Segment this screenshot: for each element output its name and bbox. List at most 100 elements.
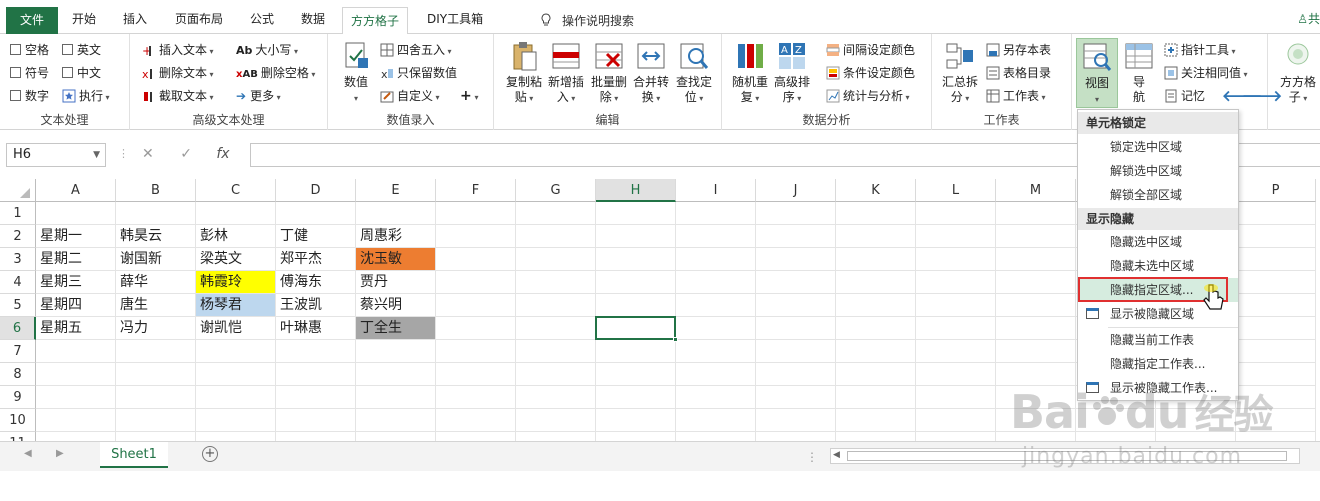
cell-G11[interactable] [516, 432, 596, 441]
cell-G9[interactable] [516, 386, 596, 409]
cell-G2[interactable] [516, 225, 596, 248]
cell-G1[interactable] [516, 202, 596, 225]
confirm-icon[interactable]: ✓ [180, 146, 192, 162]
cell-F11[interactable] [436, 432, 516, 441]
cell-C7[interactable] [196, 340, 276, 363]
cell-L11[interactable] [916, 432, 996, 441]
cell-C3[interactable]: 梁英文 [196, 248, 276, 271]
cell-L9[interactable] [916, 386, 996, 409]
column-header-I[interactable]: I [676, 179, 756, 202]
cell-H8[interactable] [596, 363, 676, 386]
cell-P4[interactable] [1236, 271, 1316, 294]
cell-F10[interactable] [436, 409, 516, 432]
checkbox-chinese[interactable]: 中文 [62, 63, 101, 83]
cell-L10[interactable] [916, 409, 996, 432]
cell-G7[interactable] [516, 340, 596, 363]
cell-L4[interactable] [916, 271, 996, 294]
cell-D9[interactable] [276, 386, 356, 409]
cell-A6[interactable]: 星期五 [36, 317, 116, 340]
cell-G3[interactable] [516, 248, 596, 271]
cell-P3[interactable] [1236, 248, 1316, 271]
cell-H2[interactable] [596, 225, 676, 248]
merge-convert-button[interactable]: 合并转换 ▾ [631, 40, 671, 106]
cell-D5[interactable]: 王波凯 [276, 294, 356, 317]
tab-diy[interactable]: DIY工具箱 [419, 8, 491, 32]
insert-function-button[interactable]: fx [216, 146, 229, 162]
cell-C11[interactable] [196, 432, 276, 441]
cell-M1[interactable] [996, 202, 1076, 225]
cell-J8[interactable] [756, 363, 836, 386]
cell-I5[interactable] [676, 294, 756, 317]
cell-K4[interactable] [836, 271, 916, 294]
menu-lock-selected[interactable]: 锁定选中区域 [1078, 135, 1238, 159]
cell-P1[interactable] [1236, 202, 1316, 225]
cell-L7[interactable] [916, 340, 996, 363]
cell-L8[interactable] [916, 363, 996, 386]
cell-F7[interactable] [436, 340, 516, 363]
cell-C2[interactable]: 彭林 [196, 225, 276, 248]
execute-button[interactable]: 执行 ▾ [62, 86, 110, 106]
cell-K2[interactable] [836, 225, 916, 248]
menu-hide-current-sheet[interactable]: 隐藏当前工作表 [1078, 328, 1238, 352]
cell-E3[interactable]: 沈玉敏 [356, 248, 436, 271]
cell-E9[interactable] [356, 386, 436, 409]
cell-G8[interactable] [516, 363, 596, 386]
formula-bar-splitter-icon[interactable]: ⋮ [118, 147, 129, 160]
menu-hide-selected[interactable]: 隐藏选中区域 [1078, 230, 1238, 254]
menu-unlock-all[interactable]: 解锁全部区域 [1078, 183, 1238, 207]
cell-C6[interactable]: 谢凯恺 [196, 317, 276, 340]
cell-B3[interactable]: 谢国新 [116, 248, 196, 271]
cell-P7[interactable] [1236, 340, 1316, 363]
statistics-button[interactable]: 统计与分析 ▾ [826, 86, 910, 106]
cell-E4[interactable]: 贾丹 [356, 271, 436, 294]
cell-E8[interactable] [356, 363, 436, 386]
cell-I3[interactable] [676, 248, 756, 271]
cell-B5[interactable]: 唐生 [116, 294, 196, 317]
insert-text-button[interactable]: + 插入文本 ▾ [142, 40, 214, 60]
column-header-L[interactable]: L [916, 179, 996, 202]
row-header-5[interactable]: 5 [0, 294, 36, 317]
row-header-11[interactable]: 11 [0, 432, 36, 441]
cell-G4[interactable] [516, 271, 596, 294]
cell-F4[interactable] [436, 271, 516, 294]
cell-L5[interactable] [916, 294, 996, 317]
cell-B10[interactable] [116, 409, 196, 432]
checkbox-space[interactable]: 空格 [10, 40, 49, 60]
tab-insert[interactable]: 插入 [115, 8, 155, 32]
cell-I10[interactable] [676, 409, 756, 432]
cell-I7[interactable] [676, 340, 756, 363]
column-header-F[interactable]: F [436, 179, 516, 202]
delete-text-button[interactable]: x 删除文本 ▾ [142, 63, 214, 83]
cell-G6[interactable] [516, 317, 596, 340]
cell-L6[interactable] [916, 317, 996, 340]
tab-splitter-icon[interactable]: ⋮ [806, 450, 818, 464]
cell-P6[interactable] [1236, 317, 1316, 340]
menu-hide-unselected[interactable]: 隐藏未选中区域 [1078, 254, 1238, 278]
cell-E6[interactable]: 丁全生 [356, 317, 436, 340]
cell-M6[interactable] [996, 317, 1076, 340]
cell-J5[interactable] [756, 294, 836, 317]
keep-value-button[interactable]: x 只保留数值 [380, 63, 457, 83]
cell-I11[interactable] [676, 432, 756, 441]
cell-G10[interactable] [516, 409, 596, 432]
tab-formula[interactable]: 公式 [242, 8, 282, 32]
row-header-7[interactable]: 7 [0, 340, 36, 363]
cell-J7[interactable] [756, 340, 836, 363]
cell-E11[interactable] [356, 432, 436, 441]
summary-split-button[interactable]: 汇总拆分 ▾ [940, 40, 980, 106]
menu-unlock-selected[interactable]: 解锁选中区域 [1078, 159, 1238, 183]
cell-F2[interactable] [436, 225, 516, 248]
cell-K3[interactable] [836, 248, 916, 271]
checkbox-number[interactable]: 数字 [10, 86, 49, 106]
cell-H3[interactable] [596, 248, 676, 271]
cell-K1[interactable] [836, 202, 916, 225]
cell-D7[interactable] [276, 340, 356, 363]
name-box[interactable]: H6 ▼ [6, 143, 106, 167]
case-button[interactable]: Ab 大小写 ▾ [236, 40, 298, 60]
row-header-6[interactable]: 6 [0, 317, 36, 340]
checkbox-symbol[interactable]: 符号 [10, 63, 49, 83]
cell-D2[interactable]: 丁健 [276, 225, 356, 248]
row-header-8[interactable]: 8 [0, 363, 36, 386]
tab-page-layout[interactable]: 页面布局 [167, 8, 231, 32]
fill-handle[interactable] [673, 337, 678, 342]
